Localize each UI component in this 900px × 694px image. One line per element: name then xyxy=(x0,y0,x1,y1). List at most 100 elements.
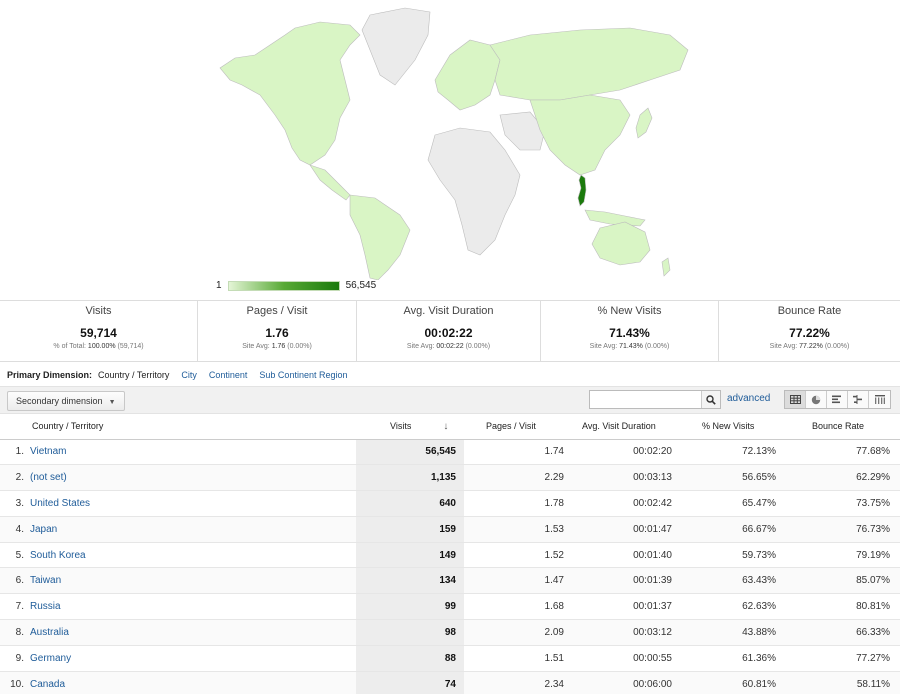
map-region-europe[interactable] xyxy=(434,39,501,111)
country-link[interactable]: Japan xyxy=(30,524,57,535)
map-region-russia[interactable] xyxy=(489,27,689,101)
scorecard-value: 00:02:22 xyxy=(424,326,473,340)
country-link[interactable]: South Korea xyxy=(30,550,86,561)
table-row: 7. Russia 99 1.68 00:01:37 62.63% 80.81% xyxy=(0,593,900,621)
header-avg-duration[interactable]: Avg. Visit Duration xyxy=(572,414,680,440)
scorecard-visits[interactable]: Visits 59,714 % of Total: 100.00% (59,71… xyxy=(0,301,198,361)
country-link[interactable]: Vietnam xyxy=(30,446,67,457)
table-row: 3. United States 640 1.78 00:02:42 65.47% 73.7… xyxy=(0,490,900,517)
map-region-vietnam[interactable] xyxy=(577,174,587,207)
row-visits-cell: 98 xyxy=(356,619,464,646)
primary-dimension-bar: Primary Dimension: Country / Territory C… xyxy=(7,370,359,380)
header-new-visits[interactable]: % New Visits xyxy=(680,414,788,440)
row-visits-cell: 99 xyxy=(356,593,464,621)
row-bounce-rate-cell: 76.73% xyxy=(788,516,900,543)
dimension-link-city[interactable]: City xyxy=(181,370,197,380)
row-index-cell: 8. xyxy=(0,619,28,646)
header-bounce-rate[interactable]: Bounce Rate xyxy=(788,414,900,440)
row-bounce-rate-cell: 66.33% xyxy=(788,619,900,646)
country-link[interactable]: United States xyxy=(30,498,90,509)
row-country-cell: Vietnam xyxy=(28,439,356,466)
dimension-link-continent[interactable]: Continent xyxy=(209,370,248,380)
map-region-north-america[interactable] xyxy=(219,21,361,166)
search-input[interactable] xyxy=(590,391,700,408)
scorecard-value: 77.22% xyxy=(789,326,830,340)
world-map-svg[interactable] xyxy=(200,0,700,280)
row-pages-visit-cell: 2.34 xyxy=(464,671,572,694)
world-map[interactable]: 1 56,545 xyxy=(0,0,900,300)
scorecard-value: 59,714 xyxy=(80,326,117,340)
map-region-new-zealand[interactable] xyxy=(661,257,671,277)
sort-down-icon: ↓ xyxy=(443,420,449,432)
row-pages-visit-cell: 1.74 xyxy=(464,439,572,466)
row-country-cell: Taiwan xyxy=(28,567,356,595)
advanced-filter-link[interactable]: advanced xyxy=(727,393,770,404)
country-link[interactable]: Australia xyxy=(30,627,69,638)
map-region-australia[interactable] xyxy=(591,221,651,266)
map-region-asia[interactable] xyxy=(529,94,631,176)
pivot-view-icon[interactable] xyxy=(869,391,890,408)
row-pages-visit-cell: 1.78 xyxy=(464,490,572,517)
row-new-visits-cell: 43.88% xyxy=(680,619,788,646)
scorecard-value: 1.76 xyxy=(265,326,289,340)
scorecard-bounce-rate[interactable]: Bounce Rate 77.22% Site Avg: 77.22% (0.0… xyxy=(719,301,900,361)
country-link[interactable]: Canada xyxy=(30,679,65,690)
row-new-visits-cell: 66.67% xyxy=(680,516,788,543)
scorecard-avg-visit-duration[interactable]: Avg. Visit Duration 00:02:22 Site Avg: 0… xyxy=(357,301,541,361)
row-avg-duration-cell: 00:01:47 xyxy=(572,516,680,543)
map-region-indonesia[interactable] xyxy=(584,209,646,227)
row-bounce-rate-cell: 73.75% xyxy=(788,490,900,517)
country-link[interactable]: Germany xyxy=(30,653,71,664)
map-region-japan[interactable] xyxy=(635,107,653,139)
secondary-dimension-dropdown[interactable]: Secondary dimension ▼ xyxy=(7,391,125,411)
map-region-south-america[interactable] xyxy=(349,194,411,280)
row-index-cell: 4. xyxy=(0,516,28,543)
country-link[interactable]: (not set) xyxy=(30,472,67,483)
scorecard-sub: Site Avg: 00:02:22 (0.00%) xyxy=(406,343,491,350)
search-button[interactable] xyxy=(701,391,720,408)
row-index-cell: 7. xyxy=(0,593,28,621)
header-country[interactable]: Country / Territory xyxy=(28,414,356,440)
row-bounce-rate-cell: 58.11% xyxy=(788,671,900,694)
row-avg-duration-cell: 00:06:00 xyxy=(572,671,680,694)
row-avg-duration-cell: 00:03:12 xyxy=(572,619,680,646)
row-visits-cell: 640 xyxy=(356,490,464,517)
row-new-visits-cell: 65.47% xyxy=(680,490,788,517)
map-region-greenland[interactable] xyxy=(361,7,431,86)
row-visits-cell: 74 xyxy=(356,671,464,694)
dimension-link-sub-continent[interactable]: Sub Continent Region xyxy=(259,370,347,380)
pie-view-icon[interactable] xyxy=(806,391,827,408)
grid-view-icon[interactable] xyxy=(785,391,806,408)
table-header-row: Country / Territory Visits ↓ Pages / Visi… xyxy=(0,414,900,440)
row-pages-visit-cell: 1.53 xyxy=(464,516,572,543)
country-link[interactable]: Russia xyxy=(30,601,61,612)
row-index-cell: 6. xyxy=(0,567,28,595)
scorecard-sub: Site Avg: 77.22% (0.00%) xyxy=(769,343,850,350)
legend-min: 1 xyxy=(216,280,222,291)
table-controls: Secondary dimension ▼ advanced xyxy=(0,386,900,414)
scorecard-pages-visit[interactable]: Pages / Visit 1.76 Site Avg: 1.76 (0.00%… xyxy=(198,301,357,361)
row-visits-cell: 56,545 xyxy=(356,439,464,466)
row-new-visits-cell: 60.81% xyxy=(680,671,788,694)
header-pages-visit[interactable]: Pages / Visit xyxy=(464,414,572,440)
row-country-cell: Canada xyxy=(28,671,356,694)
scorecard-new-visits[interactable]: % New Visits 71.43% Site Avg: 71.43% (0.… xyxy=(541,301,719,361)
row-country-cell: (not set) xyxy=(28,464,356,492)
search-icon xyxy=(706,394,716,405)
scorecard-label: Visits xyxy=(85,305,112,317)
performance-view-icon[interactable] xyxy=(827,391,848,408)
row-country-cell: Japan xyxy=(28,516,356,543)
primary-dimension-label: Primary Dimension: xyxy=(7,370,93,380)
comparison-view-icon[interactable] xyxy=(848,391,869,408)
scorecards: Visits 59,714 % of Total: 100.00% (59,71… xyxy=(0,300,900,362)
scorecard-sub: % of Total: 100.00% (59,714) xyxy=(53,343,144,350)
header-visits[interactable]: Visits ↓ xyxy=(356,414,464,440)
map-region-central-america[interactable] xyxy=(309,164,351,201)
scorecard-label: % New Visits xyxy=(597,305,662,317)
row-country-cell: Russia xyxy=(28,593,356,621)
row-pages-visit-cell: 1.51 xyxy=(464,645,572,672)
row-index-cell: 2. xyxy=(0,464,28,492)
country-link[interactable]: Taiwan xyxy=(30,575,61,586)
table-row: 2. (not set) 1,135 2.29 00:03:13 56.65% 62.29% xyxy=(0,464,900,492)
map-region-africa[interactable] xyxy=(427,127,521,256)
